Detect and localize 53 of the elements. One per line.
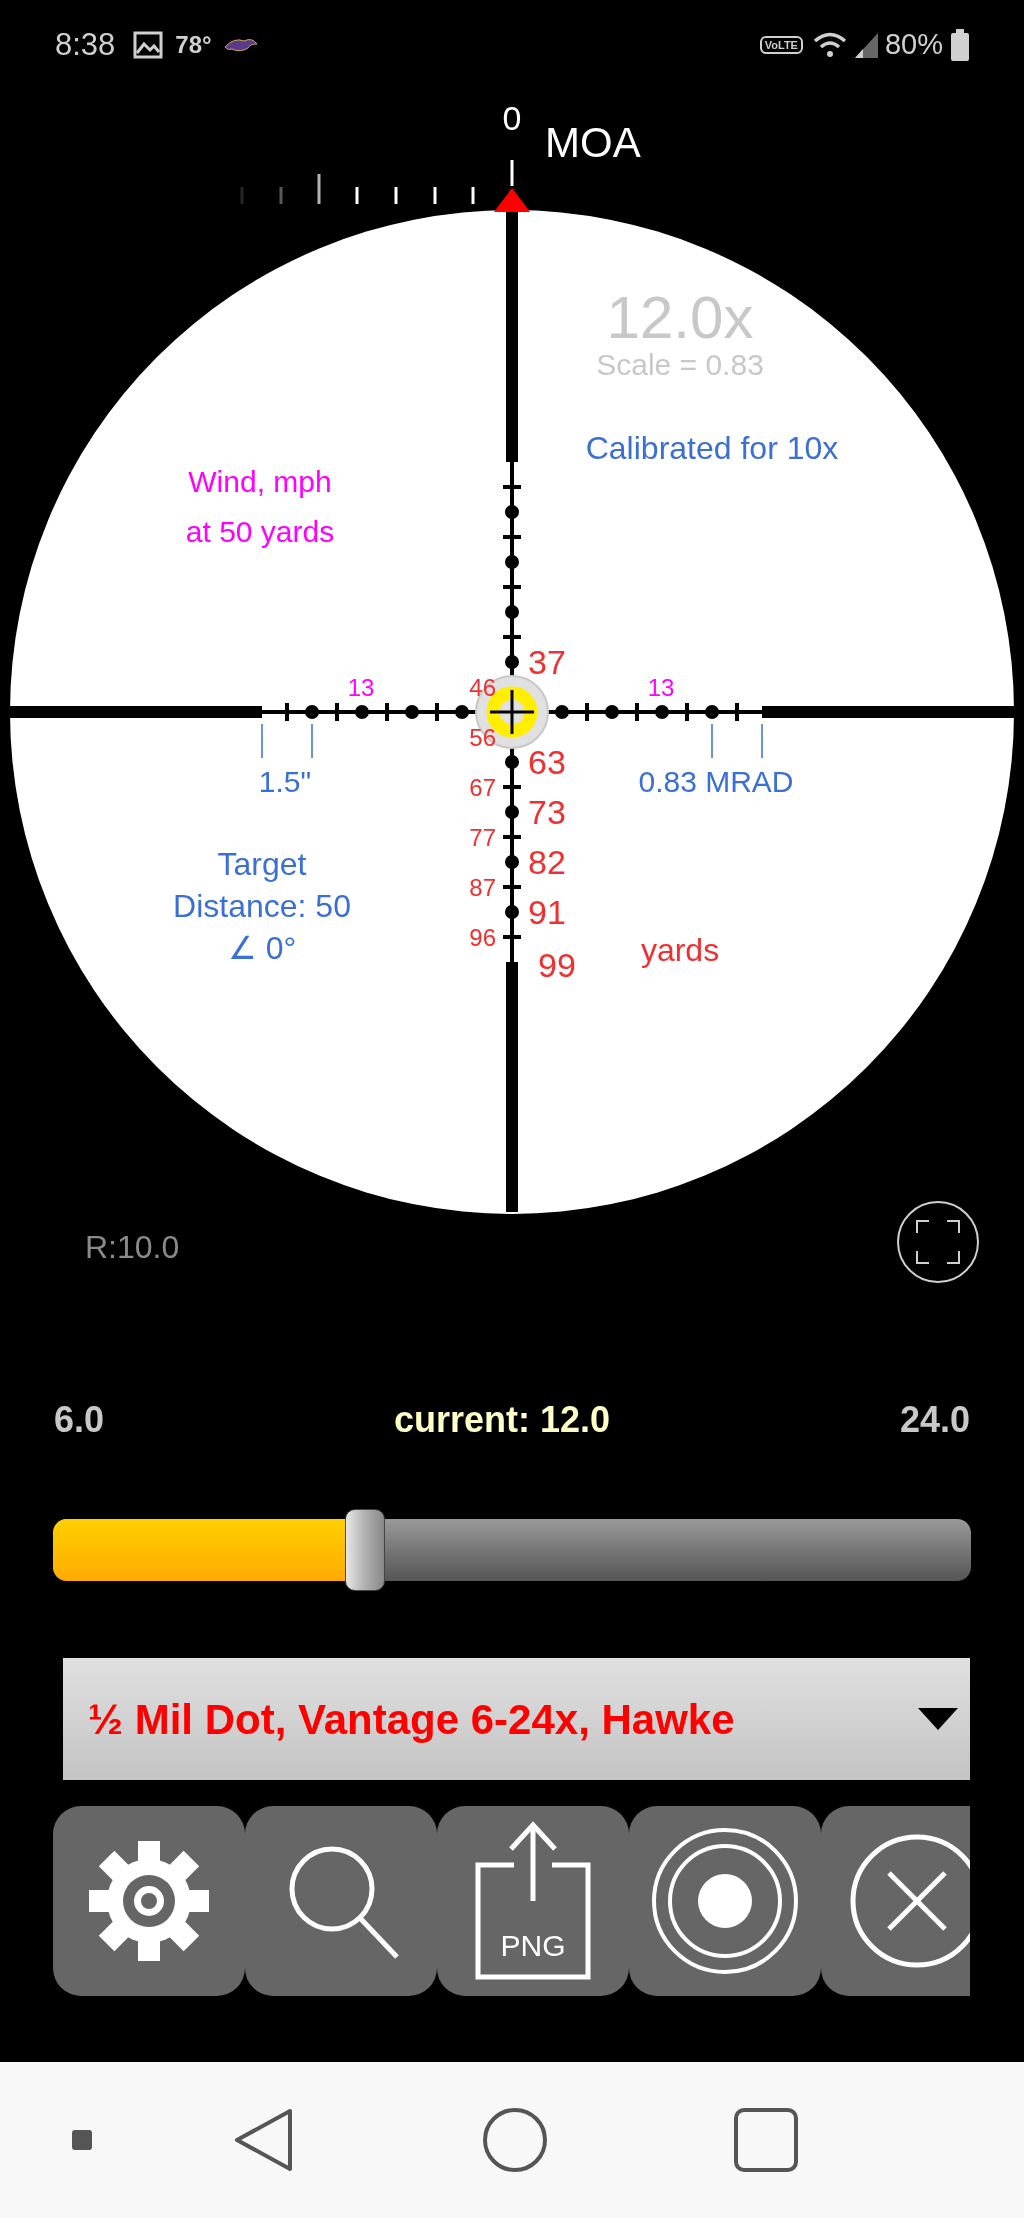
leader-line <box>711 723 713 759</box>
close-icon <box>849 1833 970 1969</box>
span-label: 0.83 MRAD <box>638 767 794 797</box>
range-mark: 67 <box>469 776 496 800</box>
range-mark: 73 <box>528 795 566 829</box>
temperature-text: 78° <box>175 30 212 60</box>
clock-time: 8:38 <box>55 25 116 64</box>
close-button[interactable] <box>821 1806 970 1996</box>
image-icon <box>133 31 164 59</box>
zoom-slider-thumb[interactable] <box>345 1509 386 1591</box>
zoom-slider[interactable] <box>53 1509 971 1591</box>
fullscreen-icon <box>915 1219 961 1265</box>
leader-line <box>761 723 763 759</box>
range-mark: 87 <box>469 876 496 900</box>
range-mark: 82 <box>528 845 566 879</box>
range-mark: 91 <box>528 895 566 929</box>
volte-badge: VoLTE <box>759 36 803 54</box>
battery-percent: 80% <box>884 27 943 63</box>
range-mark: 37 <box>528 645 566 679</box>
fullscreen-button[interactable] <box>897 1201 979 1283</box>
range-unit-label: yards <box>640 934 720 966</box>
overview-icon[interactable] <box>734 2108 798 2172</box>
back-icon[interactable] <box>232 2107 294 2173</box>
pointer-icon <box>494 188 530 212</box>
wifi-icon <box>812 31 847 59</box>
wind-mark: 13 <box>647 676 675 700</box>
settings-icon <box>87 1839 211 1963</box>
target-distance-text: Target Distance: 50 ∠ 0° <box>173 845 351 968</box>
span-label: 1.5" <box>258 767 312 797</box>
range-mark: 56 <box>469 726 496 750</box>
signal-icon <box>852 31 879 59</box>
zoom-max-label: 24.0 <box>899 1398 970 1442</box>
calibration-text: Calibrated for 10x <box>585 432 839 464</box>
export-button[interactable]: PNG <box>437 1806 629 1996</box>
range-mark: 77 <box>469 826 496 850</box>
home-icon[interactable] <box>482 2107 548 2173</box>
dropdown-caret-icon <box>918 1708 958 1730</box>
range-mark: 63 <box>528 745 566 779</box>
range-mark: 46 <box>469 676 496 700</box>
scale-zero-label: 0 <box>502 101 522 135</box>
leader-line <box>311 723 313 759</box>
battery-icon <box>951 29 969 61</box>
wind-label: Wind, mph at 50 yards <box>185 464 335 550</box>
wind-mark: 13 <box>347 676 375 700</box>
target-icon <box>650 1826 800 1976</box>
range-mark: 99 <box>538 948 576 982</box>
ring-reading: R:10.0 <box>85 1231 180 1263</box>
range-mark: 96 <box>469 926 496 950</box>
settings-button[interactable] <box>53 1806 245 1996</box>
zoom-current-label: current: 12.0 <box>393 1398 611 1442</box>
zoom-min-label: 6.0 <box>54 1398 105 1442</box>
scale-unit-label: MOA <box>545 122 641 164</box>
leader-line <box>261 723 263 759</box>
